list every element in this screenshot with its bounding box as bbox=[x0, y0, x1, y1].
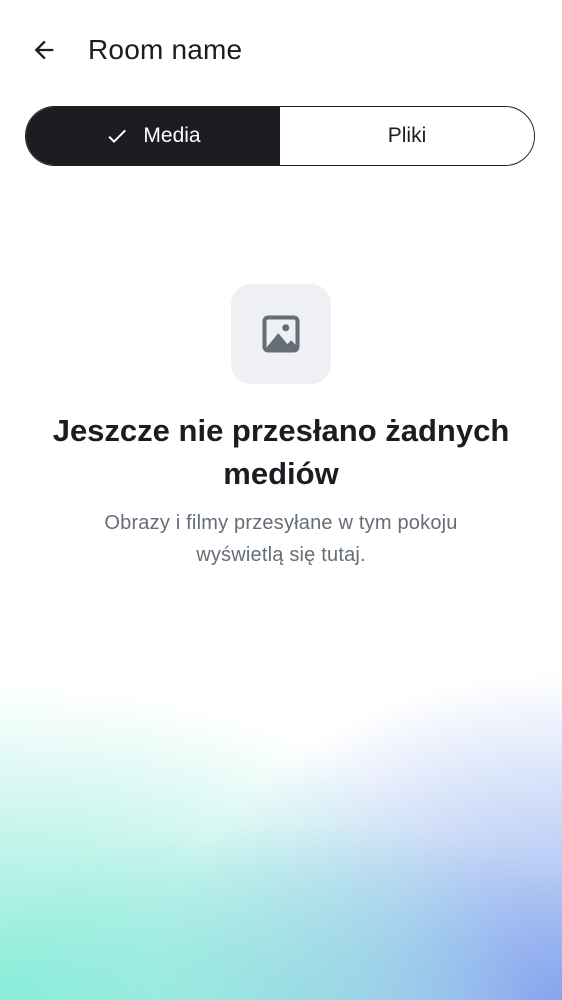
back-button[interactable] bbox=[24, 30, 64, 70]
tab-files[interactable]: Pliki bbox=[280, 107, 534, 165]
tab-files-label: Pliki bbox=[387, 124, 427, 147]
image-icon bbox=[262, 315, 300, 353]
check-icon bbox=[105, 124, 129, 148]
screen: Room name Media Pliki Jeszcze nie przesł… bbox=[0, 0, 562, 566]
back-arrow-icon bbox=[34, 40, 54, 60]
media-files-tab-switcher: Media Pliki bbox=[25, 106, 535, 166]
empty-state-title: Jeszcze nie przesłano żadnych mediów bbox=[52, 413, 510, 491]
tab-media[interactable]: Media bbox=[26, 107, 280, 165]
page-title: Room name bbox=[88, 34, 243, 65]
top-app-bar: Room name bbox=[0, 0, 562, 100]
empty-state-description: Obrazy i filmy przesyłane w tym pokoju w… bbox=[104, 512, 458, 566]
tab-media-label: Media bbox=[143, 124, 201, 147]
empty-state-icon-container bbox=[231, 284, 331, 384]
